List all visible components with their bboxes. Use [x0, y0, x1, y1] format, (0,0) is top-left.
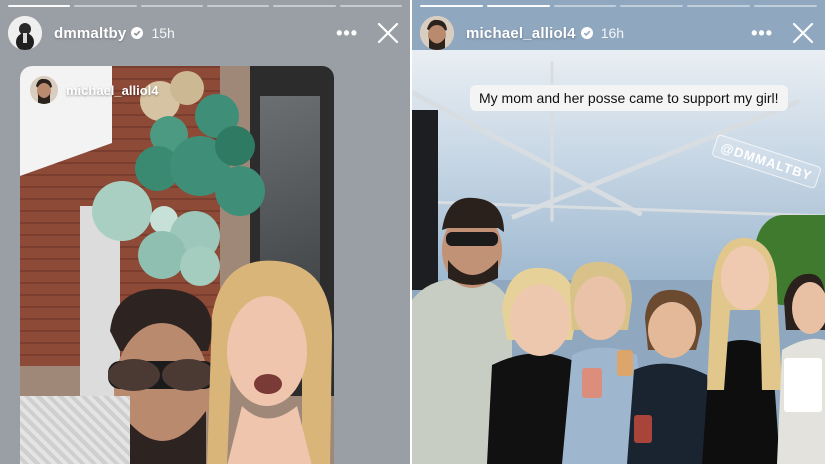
username[interactable]: dmmaltby [54, 25, 126, 42]
story-caption: My mom and her posse came to support my … [470, 85, 788, 111]
sleeve [20, 396, 130, 464]
story-header: michael_alliol4 16h ••• [420, 14, 815, 52]
progress-segment [339, 5, 402, 7]
avatar[interactable] [420, 16, 454, 50]
story-panel-left[interactable]: dmmaltby 15h ••• michael_alliol4 [0, 0, 410, 464]
held-card [784, 358, 822, 412]
progress-bars [420, 5, 817, 7]
progress-segment [754, 5, 817, 7]
progress-segment [620, 5, 684, 7]
story-panel-right[interactable]: michael_alliol4 16h ••• My mom and her p… [412, 0, 825, 464]
balloon [138, 231, 186, 279]
avatar-image [8, 16, 42, 50]
reshared-story-header[interactable]: michael_alliol4 [30, 76, 159, 104]
post-time: 16h [600, 25, 625, 41]
avatar[interactable] [8, 16, 42, 50]
reshared-story-card[interactable]: michael_alliol4 [20, 66, 334, 464]
post-time: 15h [151, 25, 175, 41]
progress-segment [74, 5, 137, 7]
more-options-icon[interactable]: ••• [336, 23, 358, 44]
verified-badge-icon [580, 27, 593, 39]
progress-segment [687, 5, 751, 7]
progress-segment [8, 5, 71, 7]
group-photo [412, 197, 825, 464]
story-header: dmmaltby 15h ••• [8, 14, 400, 52]
balloon [92, 181, 152, 241]
progress-segment [420, 5, 483, 7]
close-icon[interactable] [376, 21, 400, 45]
close-icon[interactable] [791, 21, 815, 45]
avatar-image [420, 16, 454, 50]
progress-bars [8, 5, 402, 7]
avatar[interactable] [30, 76, 58, 104]
person-woman [202, 256, 334, 464]
more-options-icon[interactable]: ••• [751, 23, 773, 44]
progress-segment [140, 5, 203, 7]
progress-segment [553, 5, 617, 7]
balloon [215, 166, 265, 216]
balloon [215, 126, 255, 166]
avatar-image [30, 76, 58, 104]
verified-badge-icon [131, 27, 144, 39]
progress-segment [486, 5, 550, 7]
progress-segment [206, 5, 270, 7]
reshared-username[interactable]: michael_alliol4 [66, 83, 159, 98]
person-woman-navy-top [627, 363, 712, 464]
balloon [170, 71, 204, 105]
username[interactable]: michael_alliol4 [466, 25, 576, 42]
progress-segment [273, 5, 336, 7]
